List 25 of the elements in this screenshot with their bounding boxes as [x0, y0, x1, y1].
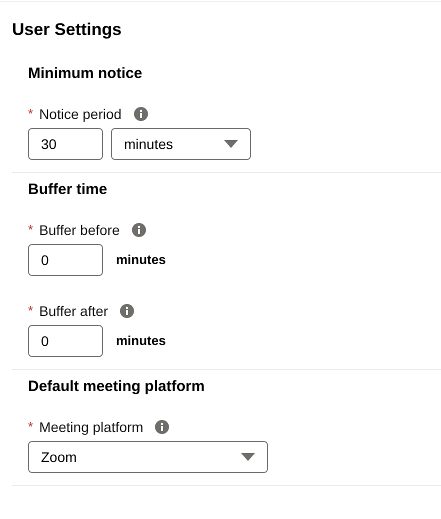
required-asterisk: *: [28, 221, 34, 240]
required-asterisk: *: [28, 418, 34, 436]
field-label: Buffer before: [39, 220, 120, 240]
field-label: Notice period: [39, 104, 122, 124]
info-icon: [120, 304, 134, 318]
required-asterisk: *: [28, 302, 34, 320]
number-field[interactable]: 0: [28, 244, 103, 276]
caret-icon: [224, 140, 238, 148]
page-title: User Settings: [12, 19, 123, 41]
dropdown[interactable]: minutes: [111, 128, 251, 160]
info-icon: [132, 223, 146, 237]
section-heading: Minimum notice: [28, 64, 144, 84]
section-heading: Default meeting platform: [28, 377, 206, 397]
section-heading: Buffer time: [28, 180, 108, 200]
info-icon: [155, 420, 170, 434]
unit-label: minutes: [116, 251, 166, 270]
required-asterisk: *: [28, 105, 34, 124]
field-label: Buffer after: [39, 302, 108, 320]
field-label: Meeting platform: [39, 418, 144, 437]
dropdown[interactable]: Zoom: [28, 441, 268, 473]
unit-label: minutes: [116, 332, 166, 350]
info-icon: [134, 107, 148, 121]
caret-icon: [241, 453, 255, 461]
number-field[interactable]: 30: [28, 128, 103, 160]
number-field[interactable]: 0: [28, 325, 103, 357]
